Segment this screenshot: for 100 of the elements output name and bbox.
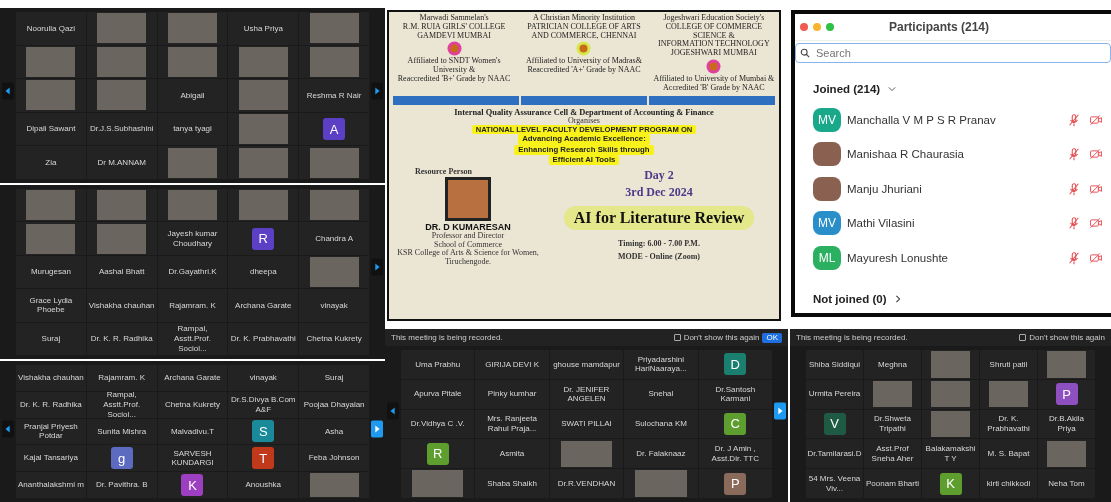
video-placeholder	[560, 440, 613, 468]
college-name: JOGESHWARI MUMBAI	[670, 49, 757, 58]
speaker-details: Tiruchengode.	[444, 258, 492, 267]
participant-name: Dipali Sawant	[25, 124, 77, 134]
joined-section-header[interactable]: Joined (214)	[813, 82, 881, 95]
video-placeholder	[1046, 351, 1087, 378]
muted-microphone-icon[interactable]	[1067, 181, 1081, 196]
ok-button[interactable]: OK	[762, 332, 782, 343]
photo-placeholder	[445, 176, 491, 221]
chevron-down-icon[interactable]	[888, 84, 897, 93]
participant-name: Dr.B.Akila Priya	[1047, 414, 1086, 434]
avatar-letter: T	[252, 447, 275, 470]
participant-name: Feba Johnson	[307, 453, 361, 464]
camera-off-icon[interactable]	[1089, 147, 1103, 162]
checkbox[interactable]	[1019, 334, 1027, 341]
participant-name: kirti chikkodi	[985, 478, 1032, 489]
date-text: 3rd Dec 2024	[625, 183, 693, 201]
video-placeholder	[309, 46, 359, 77]
video-placeholder	[930, 380, 971, 408]
college-name: A Christian Minority Institution	[533, 14, 635, 23]
previous-page-icon[interactable]	[2, 81, 14, 100]
video-placeholder	[168, 13, 217, 44]
participant-name: 54 Mrs. Veena Viv...	[807, 474, 862, 494]
video-placeholder	[238, 80, 288, 111]
participant-name: Dr. K. Prabhavathi	[229, 334, 297, 344]
participant-name: Chetna Kukrety	[163, 399, 222, 410]
recording-notice: This meeting is being recorded.	[796, 333, 908, 342]
participant-name: Dr. K. Prabhavathi	[986, 414, 1031, 434]
participant-name: Poonam Bharti	[865, 478, 920, 489]
panel-title: Participants (214)	[889, 19, 990, 34]
speaker-details: KSR College of Arts & Science for Women,	[397, 249, 539, 258]
participant-name: Grace Lydia Phoebe	[28, 295, 74, 315]
video-placeholder	[26, 80, 76, 111]
video-placeholder	[168, 190, 217, 221]
participant-name: Dr. Pavithra. B	[94, 480, 149, 490]
mode-text: MODE - Online (Zoom)	[618, 251, 700, 264]
chevron-right-icon[interactable]	[894, 295, 903, 304]
video-placeholder	[412, 470, 464, 497]
camera-off-icon[interactable]	[1089, 181, 1103, 196]
college-name: COLLEGE OF COMMERCE SCIENCE &	[665, 22, 763, 40]
organiser-title: Internal Quality Assurance Cell & Department of Accounting & Finance	[454, 107, 714, 117]
video-placeholder	[238, 190, 288, 221]
initials-avatar: ML	[813, 245, 841, 270]
next-page-icon[interactable]	[371, 81, 383, 100]
college-name: Jogeshwari Education Society's	[663, 14, 765, 23]
next-page-icon[interactable]	[371, 258, 383, 277]
camera-off-icon[interactable]	[1089, 250, 1103, 265]
participant-name: Asha	[323, 426, 345, 437]
avatar-letter: R	[252, 227, 275, 250]
affiliation-text: Affiliated to University of Madras&	[526, 57, 642, 67]
camera-off-icon[interactable]	[1089, 216, 1103, 231]
participant-name: Shruti patil	[988, 359, 1029, 370]
participant-name: Priyadarshini HariNaaraya...	[634, 354, 688, 374]
participant-name: dheepa	[248, 267, 278, 277]
avatar-letter: P	[1055, 383, 1078, 406]
participant-name: Dr. Falaknaaz	[635, 449, 687, 459]
participant-name: Dr M.ANNAM	[96, 157, 147, 168]
search-field[interactable]: Search	[795, 42, 1111, 63]
participant-name: Abigail	[179, 90, 206, 101]
participant-name: Balakamakshi T Y	[924, 444, 977, 464]
video-placeholder	[26, 46, 76, 77]
muted-microphone-icon[interactable]	[1067, 250, 1081, 265]
video-placeholder	[238, 147, 288, 178]
previous-page-icon[interactable]	[2, 420, 14, 439]
participant-name: vinayak	[248, 373, 278, 383]
participant-name: Archana Garate	[234, 300, 293, 311]
participant-name: Archana Garate	[163, 373, 222, 383]
participant-name: Reshma R Nair	[305, 90, 363, 101]
participant-name: Chandra A	[314, 233, 354, 244]
muted-microphone-icon[interactable]	[1067, 112, 1081, 127]
video-placeholder	[97, 46, 147, 77]
search-icon	[800, 47, 810, 58]
camera-off-icon[interactable]	[1089, 112, 1103, 127]
participant-name: Dr. K. R. Radhika	[19, 399, 83, 410]
video-placeholder	[309, 13, 359, 44]
previous-page-icon[interactable]	[387, 401, 399, 420]
participant-name: Rampal, Asstt.Prof. Sociol...	[173, 324, 212, 354]
video-placeholder	[635, 470, 687, 497]
not-joined-section-header[interactable]: Not joined (0)	[813, 293, 887, 306]
participant-name: Rajamram. K	[97, 373, 147, 383]
video-placeholder	[872, 380, 913, 408]
muted-microphone-icon[interactable]	[1067, 147, 1081, 162]
participant-name: tanya tyagi	[172, 124, 213, 134]
checkbox[interactable]	[673, 334, 681, 341]
participant-name: Dr.Tamilarasi.D	[806, 449, 863, 459]
organises-text: Organises	[568, 116, 600, 125]
next-page-icon[interactable]	[774, 401, 786, 420]
muted-microphone-icon[interactable]	[1067, 216, 1081, 231]
participant-name: Jayesh kumar Choudhary	[166, 229, 219, 249]
participant-name: Dr. JENIFER ANGELEN	[562, 384, 611, 404]
avatar-letter: R	[426, 442, 449, 465]
participant-name: SWATI PILLAI	[560, 419, 613, 429]
initials-avatar: MV	[813, 211, 841, 236]
avatar-letter: g	[110, 447, 133, 470]
affiliation-text: Affiliated to SNDT Women's University &	[406, 57, 502, 75]
participant-name: Kajal Tansariya	[22, 453, 79, 464]
next-page-icon[interactable]	[371, 420, 383, 439]
participant-name: Dr.Santosh Karmani	[714, 384, 757, 404]
recording-notice: This meeting is being recorded.	[391, 333, 503, 342]
checkbox-label: Don't show this again	[683, 333, 760, 342]
